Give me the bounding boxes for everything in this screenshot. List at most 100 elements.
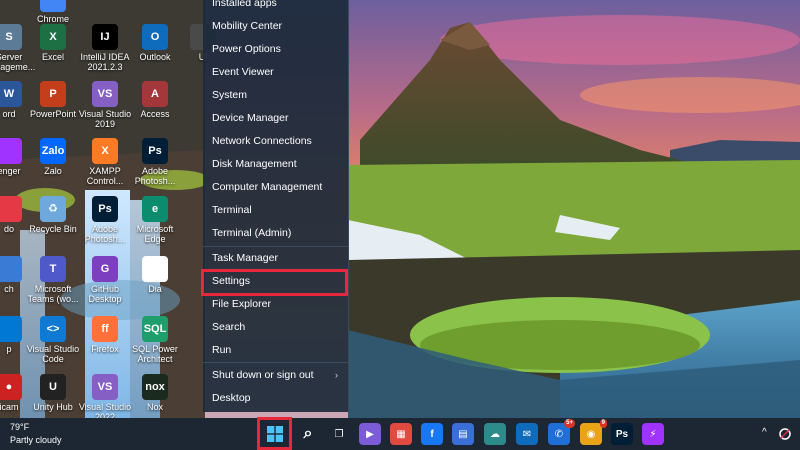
messenger-app-icon-glyph: ✆ <box>554 428 564 440</box>
search-icon-glyph: ⌕ <box>303 425 313 442</box>
menu-item-terminal[interactable]: Terminal <box>203 200 348 221</box>
chrome-icon[interactable]: ◉ 9 <box>580 419 607 445</box>
app-icon: Zalo <box>40 138 66 164</box>
desktop-icon[interactable]: SQL SQL Power Architect <box>124 316 186 364</box>
search-icon[interactable]: ⌕ <box>297 423 319 445</box>
menu-item-terminal-admin[interactable]: Terminal (Admin) <box>203 223 348 244</box>
chevron-right-icon: › <box>335 370 338 380</box>
menu-item-search[interactable]: Search <box>203 317 348 338</box>
menu-item-file-explorer[interactable]: File Explorer <box>203 294 348 315</box>
winx-context-menu: Installed apps Mobility Center Power Optio… <box>203 0 349 412</box>
app-icon: X <box>92 138 118 164</box>
app-icon: D <box>142 256 168 282</box>
menu-item-shut-down-or-sign-out[interactable]: Shut down or sign out › <box>203 365 348 386</box>
menu-item-label: Installed apps <box>212 0 277 9</box>
app-icon: SQL <box>142 316 168 342</box>
app-icon[interactable]: ▦ <box>390 423 412 445</box>
app-icon: ♻ <box>40 196 66 222</box>
desktop-icon-label: Chrome <box>36 14 69 24</box>
mail-icon[interactable]: ✉ <box>516 423 538 445</box>
menu-item-label: File Explorer <box>212 298 271 310</box>
mail-icon-glyph: ✉ <box>522 428 532 440</box>
menu-item-run[interactable]: Run <box>203 340 348 361</box>
desktop-icon-label: Dia <box>148 284 162 294</box>
app-icon: <> <box>40 316 66 342</box>
task-view-icon-glyph: ❐ <box>334 428 344 440</box>
menu-item-label: Search <box>212 321 246 333</box>
menu-item-label: Shut down or sign out <box>212 369 314 381</box>
menu-separator <box>203 362 348 363</box>
menu-item-power-options[interactable]: Power Options <box>203 39 348 60</box>
settings-highlight-box <box>201 269 348 296</box>
desktop-icon[interactable]: nox Nox <box>124 374 186 412</box>
messenger-app-icon[interactable]: ✆ 5+ <box>548 419 575 445</box>
menu-item-label: Terminal (Admin) <box>212 227 292 239</box>
menu-item-label: Task Manager <box>212 252 278 264</box>
menu-item-task-manager[interactable]: Task Manager <box>203 248 348 269</box>
menu-item-label: System <box>212 89 248 101</box>
menu-item-label: Mobility Center <box>212 20 283 32</box>
app-icon <box>0 316 22 342</box>
menu-item-label: Network Connections <box>212 135 312 147</box>
app-icon: X <box>40 24 66 50</box>
app-icon: T <box>40 256 66 282</box>
desktop-icon[interactable]: Chrome <box>22 0 84 24</box>
menu-item-device-manager[interactable]: Device Manager <box>203 108 348 129</box>
menu-item-desktop[interactable]: Desktop <box>203 388 348 409</box>
desktop-icon[interactable]: A Access <box>124 81 186 119</box>
weather-condition: Partly cloudy <box>10 435 62 445</box>
app-icon: nox <box>142 374 168 400</box>
app-icon: W <box>0 81 22 107</box>
app-icon: U <box>40 374 66 400</box>
app-icon: ● <box>0 374 22 400</box>
notification-badge: 5+ <box>564 419 575 428</box>
desktop-icon-label: Access <box>140 109 170 119</box>
facebook-icon[interactable]: f <box>421 423 443 445</box>
app-icon <box>0 196 22 222</box>
menu-item-disk-management[interactable]: Disk Management <box>203 154 348 175</box>
app-icon-2[interactable]: ☁ <box>484 423 506 445</box>
app-icon-glyph: ▦ <box>396 428 406 440</box>
app-icon: G <box>92 256 118 282</box>
menu-item-system[interactable]: System <box>203 85 348 106</box>
menu-item-event-viewer[interactable]: Event Viewer <box>203 62 348 83</box>
notification-badge: 9 <box>599 419 607 428</box>
teams-chat-icon[interactable]: ▶ <box>359 423 381 445</box>
menu-item-installed-apps[interactable]: Installed apps <box>203 0 348 14</box>
photoshop-icon[interactable]: Ps <box>611 423 633 445</box>
menu-item-network-connections[interactable]: Network Connections <box>203 131 348 152</box>
desktop-icon-label: Nox <box>146 402 163 412</box>
menu-item-label: Power Options <box>212 43 281 55</box>
network-icon[interactable] <box>778 428 791 440</box>
teams-chat-icon-glyph: ▶ <box>366 428 374 440</box>
task-view-icon[interactable]: ❐ <box>328 423 350 445</box>
weather-temperature: 79°F <box>10 422 30 432</box>
menu-item-label: Disk Management <box>212 158 297 170</box>
menu-item-label: Desktop <box>212 392 251 404</box>
app-icon: VS <box>92 81 118 107</box>
app-icon: A <box>142 81 168 107</box>
app-icon: P <box>40 81 66 107</box>
app-icon: ff <box>92 316 118 342</box>
app-icon: IJ <box>92 24 118 50</box>
app-icon: Ps <box>92 196 118 222</box>
messenger-icon-glyph: ⚡ <box>649 428 657 440</box>
desktop-icon[interactable]: Ps Adobe Photosh... <box>124 138 186 186</box>
menu-item-computer-management[interactable]: Computer Management <box>203 177 348 198</box>
desktop-icon[interactable]: e Microsoft Edge <box>124 196 186 244</box>
messenger-icon[interactable]: ⚡ <box>642 423 664 445</box>
app-icon <box>0 138 22 164</box>
menu-item-label: Computer Management <box>212 181 323 193</box>
desktop-icon[interactable]: D Dia <box>124 256 186 294</box>
menu-item-label: Event Viewer <box>212 66 274 78</box>
facebook-icon-glyph: f <box>430 428 434 440</box>
tray-overflow-chevron-icon[interactable]: ^ <box>762 427 767 438</box>
app-icon <box>40 0 66 12</box>
app-icon: O <box>142 24 168 50</box>
app-icon: VS <box>92 374 118 400</box>
start-highlight-box <box>257 417 292 450</box>
store-icon[interactable]: ▤ <box>452 423 474 445</box>
menu-item-label: Device Manager <box>212 112 289 124</box>
photoshop-icon-glyph: Ps <box>615 428 629 440</box>
menu-item-mobility-center[interactable]: Mobility Center <box>203 16 348 37</box>
